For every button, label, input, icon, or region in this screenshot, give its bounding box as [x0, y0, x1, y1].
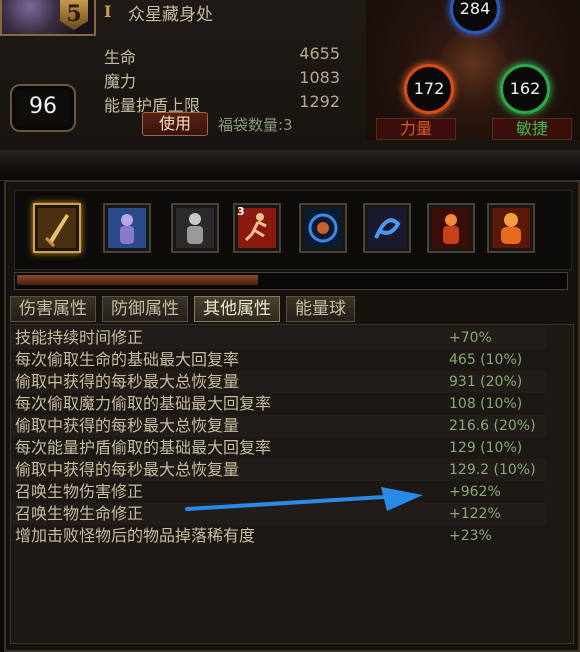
stat-value: 1083 [299, 68, 340, 87]
skill-stack-count: 3 [237, 205, 245, 218]
property-name: 每次偷取魔力偷取的基础最大回复率 [15, 394, 272, 413]
strength-orb[interactable]: 172 [404, 64, 454, 114]
header-divider [0, 150, 580, 181]
sword-icon [38, 208, 76, 248]
tab-other[interactable]: 其他属性 [194, 296, 280, 322]
attribute-panel: 3 伤害属性 防御属性 其他属性 能量球 技能持续时间修正 +70% 每次偷取生命的… [4, 180, 580, 652]
name-icon: Ⅰ [104, 2, 112, 21]
whirl-icon [368, 208, 406, 248]
property-row: 偷取中获得的每秒最大总恢复量 216.6 (20%) [11, 415, 547, 437]
property-value: 931 (20%) [449, 374, 523, 390]
frost-figure-icon [108, 208, 146, 248]
property-value: 465 (10%) [449, 352, 523, 368]
attribute-medallion: 284 172 162 力量 敏捷 [366, 0, 580, 140]
property-name: 每次能量护盾偷取的基础最大回复率 [15, 438, 272, 457]
property-value: 129.2 (10%) [449, 462, 536, 478]
property-value: 216.6 (20%) [449, 418, 536, 434]
property-name: 增加击败怪物后的物品掉落稀有度 [15, 526, 256, 545]
character-name: 众星藏身处 [128, 5, 213, 25]
skill-slot[interactable] [427, 203, 475, 253]
dexterity-label: 敏捷 [492, 118, 572, 140]
property-row: 技能持续时间修正 +70% [11, 327, 547, 349]
stat-row-energy-shield: 能量护盾上限 1292 [104, 92, 340, 116]
property-value: +122% [449, 506, 501, 522]
fire-warrior-icon [432, 208, 470, 248]
vortex-icon [304, 208, 342, 248]
use-button[interactable]: 使用 [142, 112, 208, 136]
property-value: +70% [449, 330, 492, 346]
property-row: 增加击败怪物后的物品掉落稀有度 +23% [11, 525, 547, 547]
stat-row-mana: 魔力 1083 [104, 68, 340, 92]
stats-list: 生命 4655 魔力 1083 能量护盾上限 1292 [104, 44, 340, 116]
skill-bar: 3 [14, 190, 572, 270]
properties-list: 技能持续时间修正 +70% 每次偷取生命的基础最大回复率 465 (10%) 偷取中获得… [10, 324, 574, 644]
skill-slot[interactable] [33, 203, 81, 253]
skill-slot[interactable] [487, 203, 535, 253]
dexterity-orb[interactable]: 162 [500, 64, 550, 114]
property-value: +962% [449, 484, 501, 500]
property-row: 每次能量护盾偷取的基础最大回复率 129 (10%) [11, 437, 547, 459]
skill-slot[interactable] [103, 203, 151, 253]
stat-label: 魔力 [104, 72, 137, 91]
tab-orbs[interactable]: 能量球 [286, 296, 355, 322]
stat-value: 1292 [299, 92, 340, 111]
skill-slot[interactable] [171, 203, 219, 253]
property-value: 129 (10%) [449, 440, 523, 456]
property-row: 偷取中获得的每秒最大总恢复量 129.2 (10%) [11, 459, 547, 481]
fire-golem-icon [492, 208, 530, 248]
level-frame: 96 [10, 84, 76, 132]
stat-label: 生命 [104, 48, 137, 67]
tab-bar: 伤害属性 防御属性 其他属性 能量球 [10, 296, 355, 322]
annotation-arrow [185, 487, 423, 511]
character-header: 5 Ⅰ 众星藏身处 96 生命 4655 魔力 1083 能量护盾上限 1292… [0, 0, 580, 150]
stat-value: 4655 [299, 44, 340, 63]
property-row: 偷取中获得的每秒最大总恢复量 931 (20%) [11, 371, 547, 393]
strength-label: 力量 [376, 118, 456, 140]
armored-figure-icon [176, 208, 214, 248]
level-number: 96 [29, 94, 57, 119]
property-name: 每次偷取生命的基础最大回复率 [15, 350, 240, 369]
property-name: 技能持续时间修正 [15, 328, 144, 347]
property-name: 偷取中获得的每秒最大总恢复量 [15, 460, 240, 479]
skill-slot[interactable] [299, 203, 347, 253]
tab-damage[interactable]: 伤害属性 [10, 296, 96, 322]
skill-slot[interactable]: 3 [233, 203, 281, 253]
bag-count: 福袋数量:3 [218, 116, 293, 134]
property-name: 偷取中获得的每秒最大总恢复量 [15, 372, 240, 391]
property-row: 每次偷取生命的基础最大回复率 465 (10%) [11, 349, 547, 371]
property-value: 108 (10%) [449, 396, 523, 412]
property-name: 偷取中获得的每秒最大总恢复量 [15, 416, 240, 435]
property-value: +23% [449, 528, 492, 544]
skill-slot[interactable] [363, 203, 411, 253]
property-row: 每次偷取魔力偷取的基础最大回复率 108 (10%) [11, 393, 547, 415]
intelligence-orb[interactable]: 284 [450, 0, 500, 34]
tab-defense[interactable]: 防御属性 [102, 296, 188, 322]
progress-fill [17, 275, 259, 285]
stat-row-life: 生命 4655 [104, 44, 340, 68]
progress-bar[interactable] [14, 272, 568, 290]
